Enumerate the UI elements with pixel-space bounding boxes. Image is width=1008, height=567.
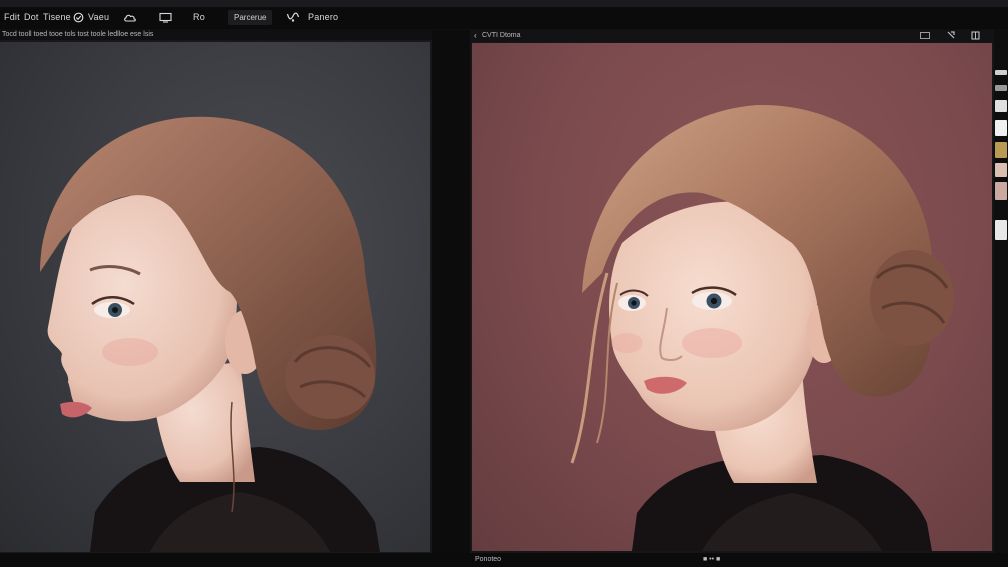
thumbnail-item[interactable] <box>995 220 1007 240</box>
right-canvas[interactable] <box>472 43 992 551</box>
thumbnail-strip <box>994 30 1008 553</box>
right-panel-tab[interactable]: CVTI Dtoma <box>482 31 521 41</box>
portrait-profile-image <box>40 116 380 552</box>
back-chevron-icon[interactable]: ‹ <box>474 31 477 40</box>
statusbar: Ponoteo ■ •• ■ <box>0 553 1008 567</box>
status-indicators: ■ •• ■ <box>703 556 721 563</box>
title-strip <box>0 0 1008 7</box>
panel-divider[interactable] <box>432 30 470 553</box>
wave-icon[interactable] <box>285 10 301 24</box>
menu-item-dot[interactable]: Dot <box>24 10 39 24</box>
menu-item-edit[interactable]: Fdit <box>4 10 20 24</box>
menu-item-ro[interactable]: Ro <box>193 10 205 24</box>
pin-icon[interactable] <box>945 30 957 41</box>
menu-item-vaeu[interactable]: Vaeu <box>88 10 109 24</box>
status-label: Ponoteo <box>475 556 502 563</box>
left-image-panel: Tocd tooll toed tooe tols tost toole led… <box>0 30 432 553</box>
check-circle-icon[interactable] <box>70 10 86 24</box>
thumbnail-item[interactable] <box>995 100 1007 112</box>
thumbnail-item[interactable] <box>995 85 1007 91</box>
left-panel-toolbar[interactable]: Tocd tooll toed tooe tols tost toole led… <box>0 30 432 40</box>
portrait-three-quarter-image <box>570 104 954 551</box>
thumbnail-item[interactable] <box>995 163 1007 177</box>
thumbnail-item[interactable] <box>995 142 1007 158</box>
cloud-icon[interactable] <box>122 10 138 24</box>
menubar: Fdit Dot Tisene Vaeu Ro Parcerue Panero <box>0 7 1008 29</box>
grid-icon[interactable] <box>970 30 981 41</box>
thumbnail-item[interactable] <box>995 70 1007 75</box>
editor-window: Fdit Dot Tisene Vaeu Ro Parcerue Panero … <box>0 0 1008 567</box>
right-image-panel: ‹ CVTI Dtoma <box>470 30 994 553</box>
thumbnail-item[interactable] <box>995 182 1007 200</box>
right-panel-header: ‹ CVTI Dtoma <box>470 30 994 42</box>
window-icon[interactable] <box>920 32 930 39</box>
parcerue-button[interactable]: Parcerue <box>228 10 273 25</box>
menu-item-panero[interactable]: Panero <box>308 10 338 24</box>
menu-item-tisene[interactable]: Tisene <box>43 10 71 24</box>
thumbnail-item[interactable] <box>995 120 1007 136</box>
display-icon[interactable] <box>157 10 173 24</box>
left-canvas[interactable] <box>0 42 430 552</box>
